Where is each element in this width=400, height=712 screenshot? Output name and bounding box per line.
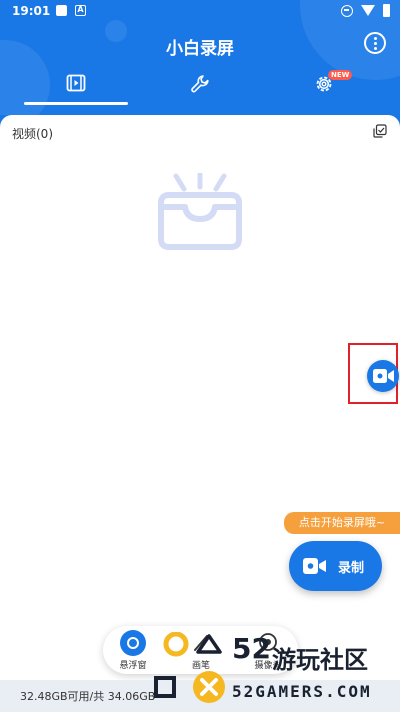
notification-icon <box>56 5 67 16</box>
more-options-icon[interactable] <box>364 32 386 54</box>
site-watermark: 52 游玩社区 52GAMERS.COM <box>150 632 400 712</box>
record-button-label: 录制 <box>338 561 365 576</box>
video-icon <box>66 74 86 92</box>
tool-floating-window[interactable]: 悬浮窗 <box>111 630 155 672</box>
battery-icon <box>383 4 390 17</box>
floating-record-button[interactable] <box>367 360 399 392</box>
empty-box-icon <box>158 173 242 250</box>
tool-label: 悬浮窗 <box>119 661 147 671</box>
app-header: 19:01 A 小白录屏 NEW <box>0 0 400 115</box>
floating-window-icon <box>120 630 146 656</box>
wifi-icon <box>361 5 375 16</box>
status-time: 19:01 <box>12 4 51 18</box>
watermark-en-text: 52GAMERS.COM <box>232 682 372 701</box>
storage-info: 32.48GB可用/共 34.06GB <box>20 690 156 703</box>
do-not-disturb-icon <box>341 4 353 17</box>
watermark-logo <box>154 632 225 703</box>
watermark-number: 52 <box>232 632 271 665</box>
tab-tools[interactable] <box>149 66 251 106</box>
video-count-label: 视频(0) <box>12 127 53 141</box>
multi-select-icon[interactable] <box>373 124 387 138</box>
status-bar: 19:01 A <box>0 0 400 24</box>
watermark-cn-text: 游玩社区 <box>272 646 368 674</box>
video-camera-icon <box>373 369 394 383</box>
tab-bar: NEW <box>0 66 400 106</box>
video-list-panel: 视频(0) <box>0 115 400 680</box>
app-notification-icon: A <box>75 5 86 16</box>
wrench-icon <box>191 75 209 93</box>
record-tooltip: 点击开始录屏哦~ <box>284 512 400 534</box>
tab-videos[interactable] <box>25 66 127 106</box>
record-button[interactable]: 录制 <box>289 541 382 591</box>
active-tab-indicator <box>24 102 128 105</box>
page-title: 小白录屏 <box>166 39 234 59</box>
video-camera-icon <box>303 558 326 574</box>
new-badge: NEW <box>328 70 353 80</box>
tab-settings[interactable]: NEW <box>273 66 375 106</box>
